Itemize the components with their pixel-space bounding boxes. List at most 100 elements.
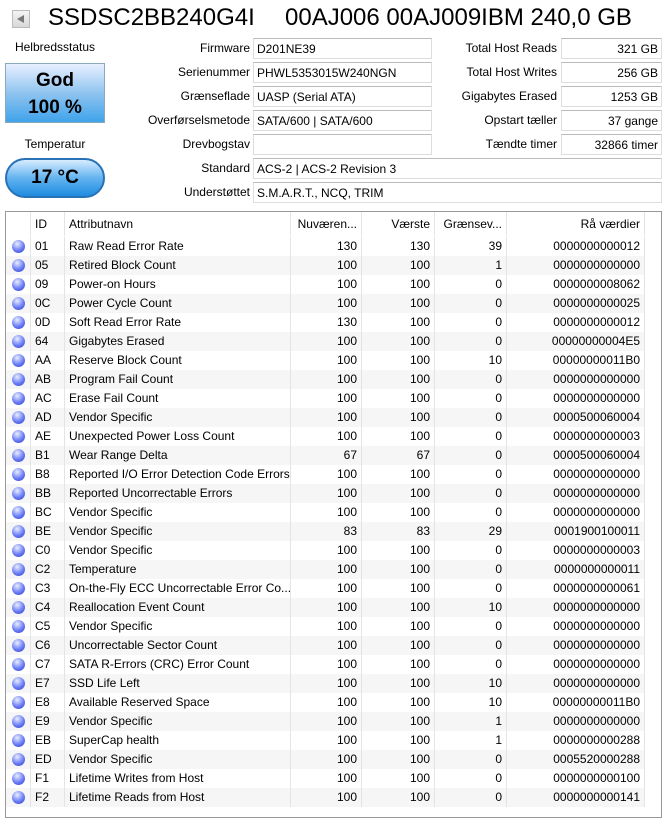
table-row[interactable]: EB SuperCap health 100 100 1 0000000000288 — [6, 731, 645, 750]
status-cell — [6, 370, 31, 389]
stat-field[interactable]: 1253 GB — [561, 86, 662, 107]
status-good-icon — [12, 544, 25, 557]
current-value: 83 — [291, 522, 362, 541]
table-row[interactable]: E8 Available Reserved Space 100 100 10 000000… — [6, 693, 645, 712]
raw-value: 0000000000100 — [507, 769, 645, 788]
table-row[interactable]: B8 Reported I/O Error Detection Code Erro… — [6, 465, 645, 484]
stat-field[interactable]: 32866 timer — [561, 134, 662, 155]
table-row[interactable]: 05 Retired Block Count 100 100 1 000000000000… — [6, 256, 645, 275]
attribute-name: Vendor Specific — [65, 541, 291, 560]
attribute-name: Vendor Specific — [65, 522, 291, 541]
column-header[interactable]: ID — [31, 212, 65, 236]
table-row[interactable]: C5 Vendor Specific 100 100 0 0000000000000 — [6, 617, 645, 636]
table-row[interactable]: 0C Power Cycle Count 100 100 0 0000000000025 — [6, 294, 645, 313]
stat-field[interactable]: 321 GB — [561, 38, 662, 59]
table-row[interactable]: BB Reported Uncorrectable Errors 100 100 0 00… — [6, 484, 645, 503]
attribute-id: 0D — [31, 313, 65, 332]
worst-value: 100 — [362, 256, 435, 275]
table-row[interactable]: B1 Wear Range Delta 67 67 0 0000500060004 — [6, 446, 645, 465]
table-row[interactable]: AD Vendor Specific 100 100 0 0000500060004 — [6, 408, 645, 427]
table-row[interactable]: 09 Power-on Hours 100 100 0 0000000008062 — [6, 275, 645, 294]
attribute-name: SSD Life Left — [65, 674, 291, 693]
current-value: 100 — [291, 731, 362, 750]
info-field[interactable]: D201NE39 — [253, 38, 432, 59]
table-row[interactable]: E9 Vendor Specific 100 100 1 0000000000000 — [6, 712, 645, 731]
column-header[interactable]: Rå værdier — [507, 212, 645, 236]
table-row[interactable]: 0D Soft Read Error Rate 130 100 0 00000000000… — [6, 313, 645, 332]
status-cell — [6, 294, 31, 313]
previous-disk-button[interactable] — [12, 10, 30, 28]
worst-value: 67 — [362, 446, 435, 465]
worst-value: 100 — [362, 427, 435, 446]
info-field[interactable]: SATA/600 | SATA/600 — [253, 110, 432, 131]
attribute-id: C4 — [31, 598, 65, 617]
status-cell — [6, 731, 31, 750]
table-row[interactable]: F2 Lifetime Reads from Host 100 100 0 0000000… — [6, 788, 645, 807]
worst-value: 100 — [362, 389, 435, 408]
column-header[interactable]: Nuværen... — [291, 212, 362, 236]
raw-value: 0000000000012 — [507, 237, 645, 256]
column-header[interactable]: Værste — [362, 212, 435, 236]
info-field[interactable]: S.M.A.R.T., NCQ, TRIM — [253, 182, 662, 203]
threshold-value: 29 — [435, 522, 507, 541]
worst-value: 100 — [362, 313, 435, 332]
worst-value: 100 — [362, 655, 435, 674]
raw-value: 0005520000288 — [507, 750, 645, 769]
attribute-id: ED — [31, 750, 65, 769]
threshold-value: 10 — [435, 598, 507, 617]
column-header[interactable]: Attributnavn — [65, 212, 291, 236]
info-field[interactable]: UASP (Serial ATA) — [253, 86, 432, 107]
table-row[interactable]: F1 Lifetime Writes from Host 100 100 0 000000… — [6, 769, 645, 788]
table-row[interactable]: 01 Raw Read Error Rate 130 130 39 00000000000… — [6, 237, 645, 256]
status-cell — [6, 541, 31, 560]
threshold-value: 0 — [435, 788, 507, 807]
info-field[interactable] — [253, 134, 432, 155]
table-row[interactable]: ED Vendor Specific 100 100 0 0005520000288 — [6, 750, 645, 769]
worst-value: 100 — [362, 370, 435, 389]
table-row[interactable]: AC Erase Fail Count 100 100 0 0000000000000 — [6, 389, 645, 408]
stat-field[interactable]: 37 gange — [561, 110, 662, 131]
table-row[interactable]: C3 On-the-Fly ECC Uncorrectable Error Co.… — [6, 579, 645, 598]
table-row[interactable]: C2 Temperature 100 100 0 0000000000011 — [6, 560, 645, 579]
current-value: 100 — [291, 541, 362, 560]
threshold-value: 0 — [435, 655, 507, 674]
worst-value: 100 — [362, 636, 435, 655]
table-row[interactable]: C7 SATA R-Errors (CRC) Error Count 100 100 0… — [6, 655, 645, 674]
current-value: 100 — [291, 389, 362, 408]
attribute-id: B8 — [31, 465, 65, 484]
status-good-icon — [12, 259, 25, 272]
worst-value: 100 — [362, 579, 435, 598]
temperature-badge[interactable]: 17 °C — [5, 158, 105, 198]
info-field[interactable]: PHWL5353015W240NGN — [253, 62, 432, 83]
attribute-id: BE — [31, 522, 65, 541]
info-field[interactable]: ACS-2 | ACS-2 Revision 3 — [253, 158, 662, 179]
table-row[interactable]: AA Reserve Block Count 100 100 10 00000000011… — [6, 351, 645, 370]
threshold-value: 0 — [435, 275, 507, 294]
health-status-badge[interactable]: God 100 % — [5, 63, 105, 123]
stat-field[interactable]: 256 GB — [561, 62, 662, 83]
raw-value: 0000000000000 — [507, 712, 645, 731]
worst-value: 83 — [362, 522, 435, 541]
current-value: 100 — [291, 598, 362, 617]
table-row[interactable]: C0 Vendor Specific 100 100 0 0000000000003 — [6, 541, 645, 560]
status-good-icon — [12, 563, 25, 576]
table-row[interactable]: AB Program Fail Count 100 100 0 0000000000000 — [6, 370, 645, 389]
raw-value: 0000000000003 — [507, 541, 645, 560]
table-row[interactable]: BC Vendor Specific 100 100 0 0000000000000 — [6, 503, 645, 522]
attribute-name: Vendor Specific — [65, 503, 291, 522]
current-value: 100 — [291, 465, 362, 484]
table-row[interactable]: E7 SSD Life Left 100 100 10 0000000000000 — [6, 674, 645, 693]
column-header[interactable]: Grænsev... — [435, 212, 507, 236]
table-row[interactable]: BE Vendor Specific 83 83 29 0001900100011 — [6, 522, 645, 541]
attribute-name: Vendor Specific — [65, 750, 291, 769]
table-row[interactable]: 64 Gigabytes Erased 100 100 0 00000000004E5 — [6, 332, 645, 351]
status-good-icon — [12, 316, 25, 329]
threshold-value: 10 — [435, 674, 507, 693]
table-row[interactable]: AE Unexpected Power Loss Count 100 100 0 0000… — [6, 427, 645, 446]
table-row[interactable]: C6 Uncorrectable Sector Count 100 100 0 00000… — [6, 636, 645, 655]
column-header[interactable] — [6, 212, 31, 236]
status-good-icon — [12, 734, 25, 747]
status-good-icon — [12, 791, 25, 804]
worst-value: 100 — [362, 465, 435, 484]
table-row[interactable]: C4 Reallocation Event Count 100 100 10 000000… — [6, 598, 645, 617]
